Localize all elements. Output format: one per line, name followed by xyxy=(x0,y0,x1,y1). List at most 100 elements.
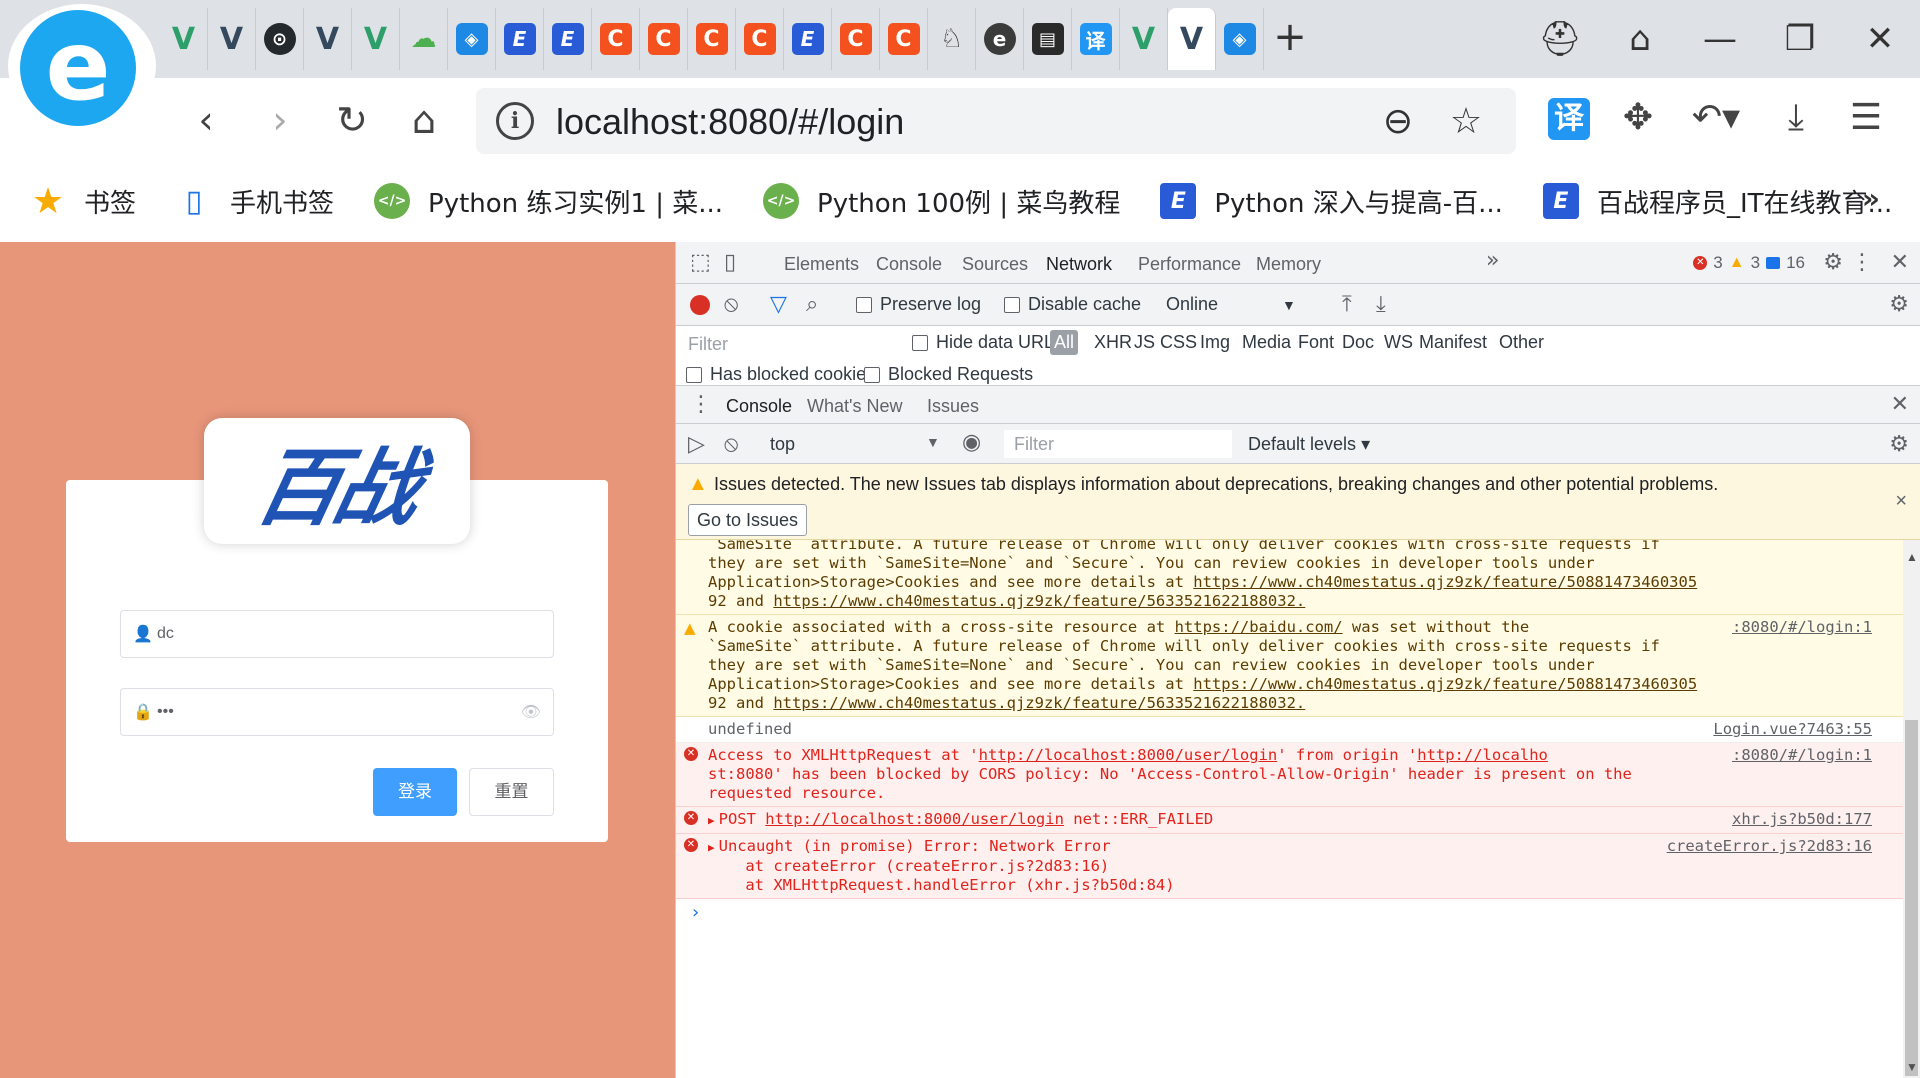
browser-tab[interactable]: E xyxy=(544,8,592,70)
incognito-icon[interactable]: ⛑ xyxy=(1520,19,1600,59)
browser-tab[interactable]: V xyxy=(1120,8,1168,70)
console-message-warn[interactable]: ▲:8080/#/login:1 A cookie associated with… xyxy=(676,615,1904,717)
devtools-tab-memory[interactable]: Memory xyxy=(1256,254,1321,275)
type-filter-manifest[interactable]: Manifest xyxy=(1419,332,1487,353)
message-url-link[interactable]: https://baidu.com/ xyxy=(1175,618,1343,636)
context-dropdown-icon[interactable]: ▼ xyxy=(926,434,940,450)
hide-data-urls-checkbox[interactable]: Hide data URLs xyxy=(912,332,1063,353)
live-expression-eye-icon[interactable]: ◉ xyxy=(962,430,981,455)
has-blocked-cookies-checkbox[interactable]: Has blocked cookies xyxy=(686,364,875,385)
log-levels-select[interactable]: Default levels ▾ xyxy=(1248,434,1370,455)
console-message-info[interactable]: Login.vue?7463:55 undefined xyxy=(676,717,1904,743)
browser-tab[interactable]: V xyxy=(208,8,256,70)
message-url-link[interactable]: http://localho xyxy=(1417,746,1548,764)
new-tab-button[interactable]: + xyxy=(1270,12,1310,62)
drawer-tab-what-s-new[interactable]: What's New xyxy=(807,396,902,417)
reset-button[interactable]: 重置 xyxy=(469,768,554,816)
devtools-tab-sources[interactable]: Sources xyxy=(962,254,1028,275)
console-scrollbar[interactable]: ▲ ▼ xyxy=(1903,540,1920,1078)
message-source-link[interactable]: :8080/#/login:1 xyxy=(1732,746,1872,765)
scroll-down-icon[interactable]: ▼ xyxy=(1906,1060,1918,1074)
bookmark-item[interactable]: </> Python 100例 | 菜鸟教程 xyxy=(763,183,1120,220)
message-url-link[interactable]: https://www.ch40mestatus.qjz9zk/feature/… xyxy=(1193,675,1697,693)
close-drawer-icon[interactable]: ✕ xyxy=(1891,392,1909,417)
browser-tab[interactable]: C xyxy=(592,8,640,70)
message-url-link[interactable]: https://www.ch40mestatus.qjz9zk/feature/… xyxy=(773,592,1305,610)
menu-icon[interactable]: ☰ xyxy=(1840,92,1892,144)
inspect-icon[interactable]: ⬚ xyxy=(690,250,711,275)
type-filter-font[interactable]: Font xyxy=(1298,332,1334,353)
console-message-error[interactable]: ✕ createError.js?2d83:16 ▶ Uncaught (in pro… xyxy=(676,834,1904,899)
search-icon[interactable]: ⌕ xyxy=(806,292,818,317)
scroll-up-icon[interactable]: ▲ xyxy=(1906,550,1918,564)
username-input[interactable]: 👤 dc xyxy=(120,610,554,658)
message-source-link[interactable]: xhr.js?b50d:177 xyxy=(1732,810,1872,829)
shirt-icon[interactable]: ⌂ xyxy=(1600,19,1680,59)
bookmark-item[interactable]: ★ 书签 xyxy=(30,181,136,222)
extensions-icon[interactable]: ✥ xyxy=(1612,92,1664,144)
go-to-issues-button[interactable]: Go to Issues xyxy=(688,504,808,536)
network-filter-input[interactable]: Filter xyxy=(684,330,896,358)
translate-icon[interactable]: 译 xyxy=(1548,98,1590,140)
browser-tab[interactable]: V xyxy=(352,8,400,70)
reload-button[interactable]: ↻ xyxy=(322,90,382,150)
browser-tab[interactable]: E xyxy=(496,8,544,70)
message-url-link[interactable]: http://localhost:8000/user/login xyxy=(765,810,1064,828)
browser-tab[interactable]: ☁ xyxy=(400,8,448,70)
close-banner-icon[interactable]: × xyxy=(1895,490,1907,513)
export-har-icon[interactable]: ⤓ xyxy=(1376,292,1386,317)
device-toolbar-icon[interactable]: ▯ xyxy=(724,250,736,275)
zoom-out-icon[interactable]: ⊖ xyxy=(1376,100,1420,144)
bookmarks-overflow-icon[interactable]: » xyxy=(1862,182,1880,215)
devtools-tab-console[interactable]: Console xyxy=(876,254,942,275)
type-filter-js[interactable]: JS xyxy=(1134,332,1155,353)
console-prompt-chevron-icon[interactable]: › xyxy=(676,899,1904,926)
expand-arrow-icon[interactable]: ▶ xyxy=(708,814,715,827)
browser-tab[interactable]: V xyxy=(160,8,208,70)
message-source-link[interactable]: createError.js?2d83:16 xyxy=(1667,837,1872,856)
console-message-warn[interactable]: `SameSite` attribute. A future release o… xyxy=(676,540,1904,615)
browser-tab[interactable]: ◈ xyxy=(448,8,496,70)
undo-icon[interactable]: ↶▾ xyxy=(1690,92,1742,144)
filter-icon[interactable]: ▽ xyxy=(770,292,787,317)
expand-arrow-icon[interactable]: ▶ xyxy=(708,841,715,854)
clear-console-icon[interactable]: ⦸ xyxy=(724,432,738,457)
clear-icon[interactable]: ⦸ xyxy=(724,292,738,317)
back-button[interactable]: ‹ xyxy=(176,90,236,150)
password-input[interactable]: 🔒 ••• 👁 xyxy=(120,688,554,736)
message-url-link[interactable]: http://localhost:8000/user/login xyxy=(979,746,1278,764)
download-icon[interactable]: ⤓ xyxy=(1770,92,1822,144)
home-button[interactable]: ⌂ xyxy=(394,90,454,150)
settings-gear-icon[interactable]: ⚙ xyxy=(1823,250,1843,275)
restore-button[interactable]: ❐ xyxy=(1760,19,1840,59)
context-select[interactable]: top xyxy=(770,434,795,455)
more-tabs-icon[interactable]: » xyxy=(1486,248,1499,273)
bookmark-item[interactable]: E 百战程序员_IT在线教育... xyxy=(1542,183,1892,220)
throttling-select[interactable]: Online ▼ xyxy=(1166,294,1296,315)
bookmark-star-icon[interactable]: ☆ xyxy=(1444,100,1488,144)
browser-tab[interactable]: e xyxy=(976,8,1024,70)
browser-tab[interactable]: V xyxy=(1168,8,1216,70)
address-url[interactable]: localhost:8080/#/login xyxy=(556,101,904,143)
blocked-requests-checkbox[interactable]: Blocked Requests xyxy=(864,364,1033,385)
issue-counts[interactable]: ✕ 3 ▲ 3 16 xyxy=(1693,253,1805,273)
message-source-link[interactable]: :8080/#/login:1 xyxy=(1732,618,1872,637)
devtools-tab-elements[interactable]: Elements xyxy=(784,254,859,275)
record-icon[interactable] xyxy=(690,295,710,315)
browser-tab[interactable]: ◈ xyxy=(1216,8,1264,70)
console-settings-gear-icon[interactable]: ⚙ xyxy=(1889,432,1909,457)
preserve-log-checkbox[interactable]: Preserve log xyxy=(856,294,981,315)
drawer-tab-console[interactable]: Console xyxy=(711,396,807,427)
browser-tab[interactable]: C xyxy=(832,8,880,70)
browser-tab[interactable]: 译 xyxy=(1072,8,1120,70)
bookmark-item[interactable]: ▯ 手机书签 xyxy=(176,183,334,220)
minimize-button[interactable]: — xyxy=(1680,19,1760,59)
browser-tab[interactable]: C xyxy=(880,8,928,70)
close-devtools-icon[interactable]: ✕ xyxy=(1891,250,1909,275)
console-message-error[interactable]: ✕:8080/#/login:1 Access to XMLHttpRequest… xyxy=(676,743,1904,807)
drawer-menu-icon[interactable]: ⋮ xyxy=(690,392,712,417)
browser-tab[interactable]: C xyxy=(688,8,736,70)
devtools-tab-network[interactable]: Network xyxy=(1031,254,1127,287)
kebab-menu-icon[interactable]: ⋮ xyxy=(1851,250,1873,275)
browser-tab[interactable]: C xyxy=(640,8,688,70)
